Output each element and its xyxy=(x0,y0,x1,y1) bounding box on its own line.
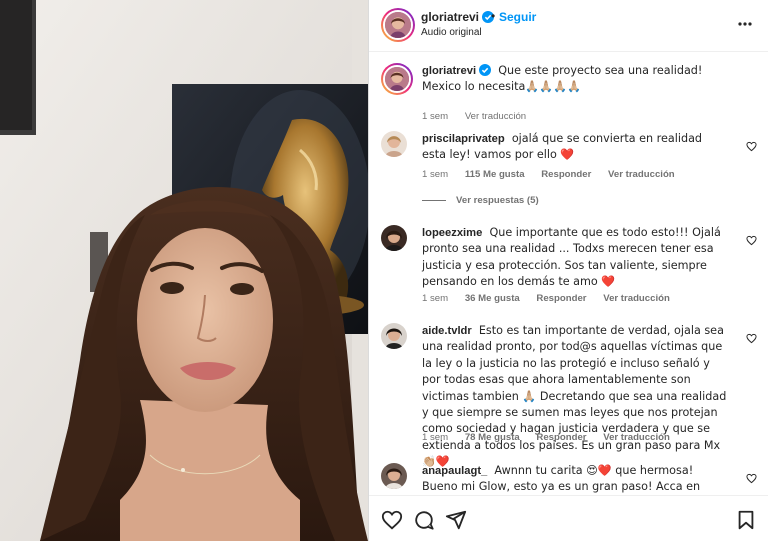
caption-avatar-image xyxy=(385,67,409,91)
author-avatar[interactable] xyxy=(381,8,415,42)
comment-meta: 1 sem 36 Me gusta Responder Ver traducci… xyxy=(422,293,684,304)
comment-avatar[interactable] xyxy=(381,225,407,251)
comment-reply-button[interactable]: Responder xyxy=(536,432,586,443)
comment-text-block: priscilaprivatep ojalá que se convierta … xyxy=(422,131,727,164)
comment-username[interactable]: aide.tvldr xyxy=(422,325,472,337)
bookmark-icon[interactable] xyxy=(735,509,757,531)
heart-icon[interactable] xyxy=(381,509,403,531)
caption-avatar[interactable] xyxy=(381,63,413,95)
comments-list[interactable]: gloriatrevi Que este proyecto sea una re… xyxy=(369,53,768,494)
comment-avatar-image xyxy=(381,225,407,251)
action-bar xyxy=(369,495,768,541)
author-username-row[interactable]: gloriatrevi xyxy=(421,10,495,24)
replies-divider xyxy=(422,199,446,201)
comment-username[interactable]: anapaulagt_ xyxy=(422,465,487,477)
heart-icon[interactable] xyxy=(746,141,757,152)
comment-likes[interactable]: 115 Me gusta xyxy=(465,169,525,180)
comment-username[interactable]: priscilaprivatep xyxy=(422,133,505,145)
comment-avatar-image xyxy=(381,131,407,157)
heart-icon[interactable] xyxy=(746,235,757,246)
comment-translate-link[interactable]: Ver traducción xyxy=(603,293,670,304)
video-frame xyxy=(0,0,368,541)
caption-username[interactable]: gloriatrevi xyxy=(422,64,492,77)
caption-text-block: gloriatrevi Que este proyecto sea una re… xyxy=(422,63,727,96)
comment-text-block: lopeezxime Que importante que es todo es… xyxy=(422,225,727,291)
comment-time: 1 sem xyxy=(422,169,449,180)
comment-username[interactable]: lopeezxime xyxy=(422,227,482,239)
heart-icon[interactable] xyxy=(746,333,757,344)
comment-avatar[interactable] xyxy=(381,131,407,157)
view-replies-label[interactable]: Ver respuestas (5) xyxy=(456,195,539,206)
caption-time: 1 sem xyxy=(422,111,449,122)
comment-reply-button[interactable]: Responder xyxy=(541,169,591,180)
comment-likes[interactable]: 78 Me gusta xyxy=(465,432,520,443)
comment-translate-link[interactable]: Ver traducción xyxy=(603,432,670,443)
comment-item: anapaulagt_ Awnnn tu carita 😍❤️ que herm… xyxy=(369,463,768,494)
header-separator: • xyxy=(491,9,496,23)
author-avatar-image xyxy=(385,12,411,38)
author-username[interactable]: gloriatrevi xyxy=(421,10,479,24)
video-player[interactable] xyxy=(0,0,368,541)
comment-time: 1 sem xyxy=(422,293,449,304)
heart-icon[interactable] xyxy=(746,473,757,484)
comment-item: lopeezxime Que importante que es todo es… xyxy=(369,225,768,315)
caption-item: gloriatrevi Que este proyecto sea una re… xyxy=(369,63,768,123)
comment-avatar-image xyxy=(381,463,407,489)
follow-button[interactable]: Seguir xyxy=(499,10,536,24)
caption-meta: 1 sem Ver traducción xyxy=(422,111,540,122)
comment-time: 1 sem xyxy=(422,432,449,443)
comment-item: aide.tvldr Esto es tan importante de ver… xyxy=(369,323,768,468)
comment-avatar[interactable] xyxy=(381,463,407,489)
comment-likes[interactable]: 36 Me gusta xyxy=(465,293,520,304)
comment-text: Esto es tan importante de verdad, ojala … xyxy=(422,324,727,469)
view-replies-button[interactable]: Ver respuestas (5) xyxy=(422,195,539,206)
caption-translate-link[interactable]: Ver traducción xyxy=(465,111,526,122)
comment-meta: 1 sem 115 Me gusta Responder Ver traducc… xyxy=(422,169,689,180)
comment-text-block: anapaulagt_ Awnnn tu carita 😍❤️ que herm… xyxy=(422,463,727,494)
comment-text-block: aide.tvldr Esto es tan importante de ver… xyxy=(422,323,727,471)
post-panel: gloriatrevi • Seguir Audio original glor… xyxy=(368,0,768,541)
comment-translate-link[interactable]: Ver traducción xyxy=(608,169,675,180)
verified-badge-icon xyxy=(479,64,492,76)
post-header: gloriatrevi • Seguir Audio original xyxy=(369,0,768,52)
comment-icon[interactable] xyxy=(413,509,435,531)
comment-avatar[interactable] xyxy=(381,323,407,349)
more-options-icon[interactable] xyxy=(737,16,753,32)
comment-avatar-image xyxy=(381,323,407,349)
comment-reply-button[interactable]: Responder xyxy=(536,293,586,304)
comment-meta: 1 sem 78 Me gusta Responder Ver traducci… xyxy=(422,432,684,443)
share-icon[interactable] xyxy=(445,509,467,531)
audio-label[interactable]: Audio original xyxy=(421,27,482,38)
